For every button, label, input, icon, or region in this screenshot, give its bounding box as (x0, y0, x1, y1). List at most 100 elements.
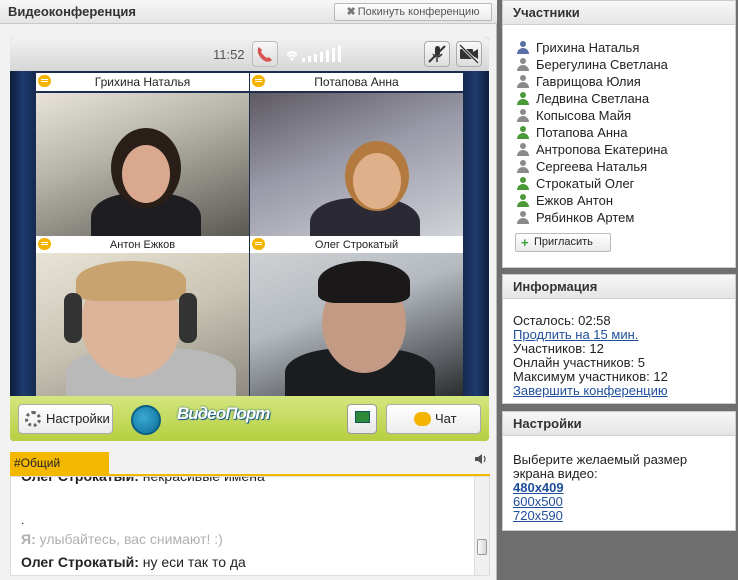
online-count: Онлайн участников: 5 (513, 355, 645, 370)
mute-camera-icon[interactable] (456, 41, 482, 67)
background-left (10, 71, 36, 397)
participants-title: Участники (503, 1, 735, 25)
gear-icon (25, 411, 41, 427)
leave-conference-label: Покинуть конференцию (357, 6, 480, 18)
chat-bubble-icon (414, 412, 431, 426)
participant-item[interactable]: Потапова Анна (515, 124, 668, 141)
message-bubble-icon[interactable] (38, 238, 51, 250)
user-icon (516, 75, 530, 89)
chat-tab-label: #Общий (14, 456, 61, 470)
settings-button[interactable]: Настройки (18, 404, 113, 434)
participant-name: Ежков Антон (536, 193, 614, 208)
participant-name: Строкатый Олег (536, 176, 635, 191)
scrollbar-thumb[interactable] (477, 539, 487, 555)
message-bubble-icon[interactable] (252, 238, 265, 250)
participant-name: Грихина Наталья (536, 40, 640, 55)
tile-name: Потапова Анна (314, 75, 399, 89)
participant-item[interactable]: Сергеева Наталья (515, 158, 668, 175)
background-right (463, 71, 489, 397)
chat-messages: Олег Строкатый: некрасивые имена . Я: ул… (10, 476, 490, 576)
message-bubble-icon[interactable] (252, 75, 265, 87)
user-icon (516, 177, 530, 191)
chat-text: ну еси так то да (138, 554, 246, 570)
participant-item[interactable]: Копысова Майя (515, 107, 668, 124)
chat-nick: Я: (21, 531, 36, 547)
participant-name: Ледвина Светлана (536, 91, 650, 106)
user-icon (516, 126, 530, 140)
participant-item[interactable]: Ежков Антон (515, 192, 668, 209)
settings-panel: Настройки Выберите желаемый размер экран… (502, 411, 736, 531)
video-tile-name-4: Олег Строкатый (250, 236, 463, 254)
size-option-600x500[interactable]: 600x500 (513, 494, 563, 509)
chat-button-label: Чат (435, 411, 457, 426)
video-tile-name-2: Потапова Анна (250, 73, 463, 91)
tile-name: Олег Строкатый (314, 239, 399, 251)
user-icon (516, 211, 530, 225)
videoconference-header: Видеоконференция ✖ Покинуть конференцию (0, 0, 497, 24)
video-stream-1 (36, 93, 249, 236)
chat-text: некрасивые имена (138, 476, 265, 484)
user-icon (516, 58, 530, 72)
max-count: Максимум участников: 12 (513, 369, 668, 384)
info-panel: Информация Осталось: 02:58 Продлить на 1… (502, 274, 736, 404)
hangup-phone-icon[interactable] (252, 41, 278, 67)
signal-strength-icon (286, 46, 341, 62)
participant-item[interactable]: Грихина Наталья (515, 39, 668, 56)
invite-button[interactable]: + Пригласить (515, 233, 611, 252)
participant-item[interactable]: Строкатый Олег (515, 175, 668, 192)
user-icon (516, 41, 530, 55)
participant-item[interactable]: Антропова Екатерина (515, 141, 668, 158)
participant-name: Гаврищова Юлия (536, 74, 641, 89)
chat-nick: Олег Строкатый: (21, 476, 139, 484)
participant-item[interactable]: Рябинков Артем (515, 209, 668, 226)
video-tile-name-3: Антон Ежков (36, 236, 249, 254)
time-remaining: Осталось: 02:58 (513, 313, 611, 328)
monitor-icon (355, 411, 370, 423)
size-option-480x409[interactable]: 480x409 (513, 480, 564, 495)
user-icon (516, 143, 530, 157)
video-stream-4 (250, 253, 463, 396)
chat-text: улыбайтесь, вас снимают! :) (35, 531, 223, 547)
screen-share-button[interactable] (347, 404, 377, 434)
participant-name: Копысова Майя (536, 108, 632, 123)
participants-count: Участников: 12 (513, 341, 604, 356)
participant-name: Берегулина Светлана (536, 57, 668, 72)
user-icon (516, 160, 530, 174)
settings-title: Настройки (503, 412, 735, 436)
info-title: Информация (503, 275, 735, 299)
clock: 11:52 (213, 47, 245, 62)
tile-name: Грихина Наталья (94, 75, 191, 89)
videoconference-panel: Видеоконференция ✖ Покинуть конференцию 1… (0, 0, 497, 580)
chat-message: Олег Строкатый: некрасивые имена (21, 476, 265, 484)
participant-item[interactable]: Берегулина Светлана (515, 56, 668, 73)
chat-message: Олег Строкатый: ну еси так то да (21, 554, 246, 570)
user-icon (516, 92, 530, 106)
user-icon (516, 194, 530, 208)
video-stream-3 (36, 253, 249, 396)
leave-conference-button[interactable]: ✖ Покинуть конференцию (334, 3, 492, 21)
video-toolbar: 11:52 (10, 37, 489, 71)
globe-icon (131, 405, 161, 435)
chat-button[interactable]: Чат (386, 404, 481, 434)
size-option-720x590[interactable]: 720x590 (513, 508, 563, 523)
mute-microphone-icon[interactable] (424, 41, 450, 67)
speaker-icon[interactable] (474, 452, 488, 466)
video-bottom-bar: Настройки ВидеоПорт Чат (10, 396, 489, 441)
user-icon (516, 109, 530, 123)
tile-name: Антон Ежков (109, 239, 176, 251)
chat-text: . (21, 513, 25, 527)
settings-button-label: Настройки (46, 411, 110, 426)
chat-message: . (21, 513, 24, 527)
participant-name: Антропова Екатерина (536, 142, 668, 157)
extend-link[interactable]: Продлить на 15 мин. (513, 327, 638, 342)
chat-tab-general[interactable]: #Общий (10, 452, 109, 475)
participant-item[interactable]: Ледвина Светлана (515, 90, 668, 107)
videoconference-title: Видеоконференция (8, 4, 136, 19)
end-conference-link[interactable]: Завершить конференцию (513, 383, 668, 398)
participant-item[interactable]: Гаврищова Юлия (515, 73, 668, 90)
message-bubble-icon[interactable] (38, 75, 51, 87)
logo-text: ВидеоПорт (177, 404, 270, 423)
chat-message: Я: улыбайтесь, вас снимают! :) (21, 531, 223, 547)
participants-panel: Участники Грихина Наталья Берегулина Свет… (502, 0, 736, 268)
chat-scrollbar[interactable] (474, 477, 489, 575)
